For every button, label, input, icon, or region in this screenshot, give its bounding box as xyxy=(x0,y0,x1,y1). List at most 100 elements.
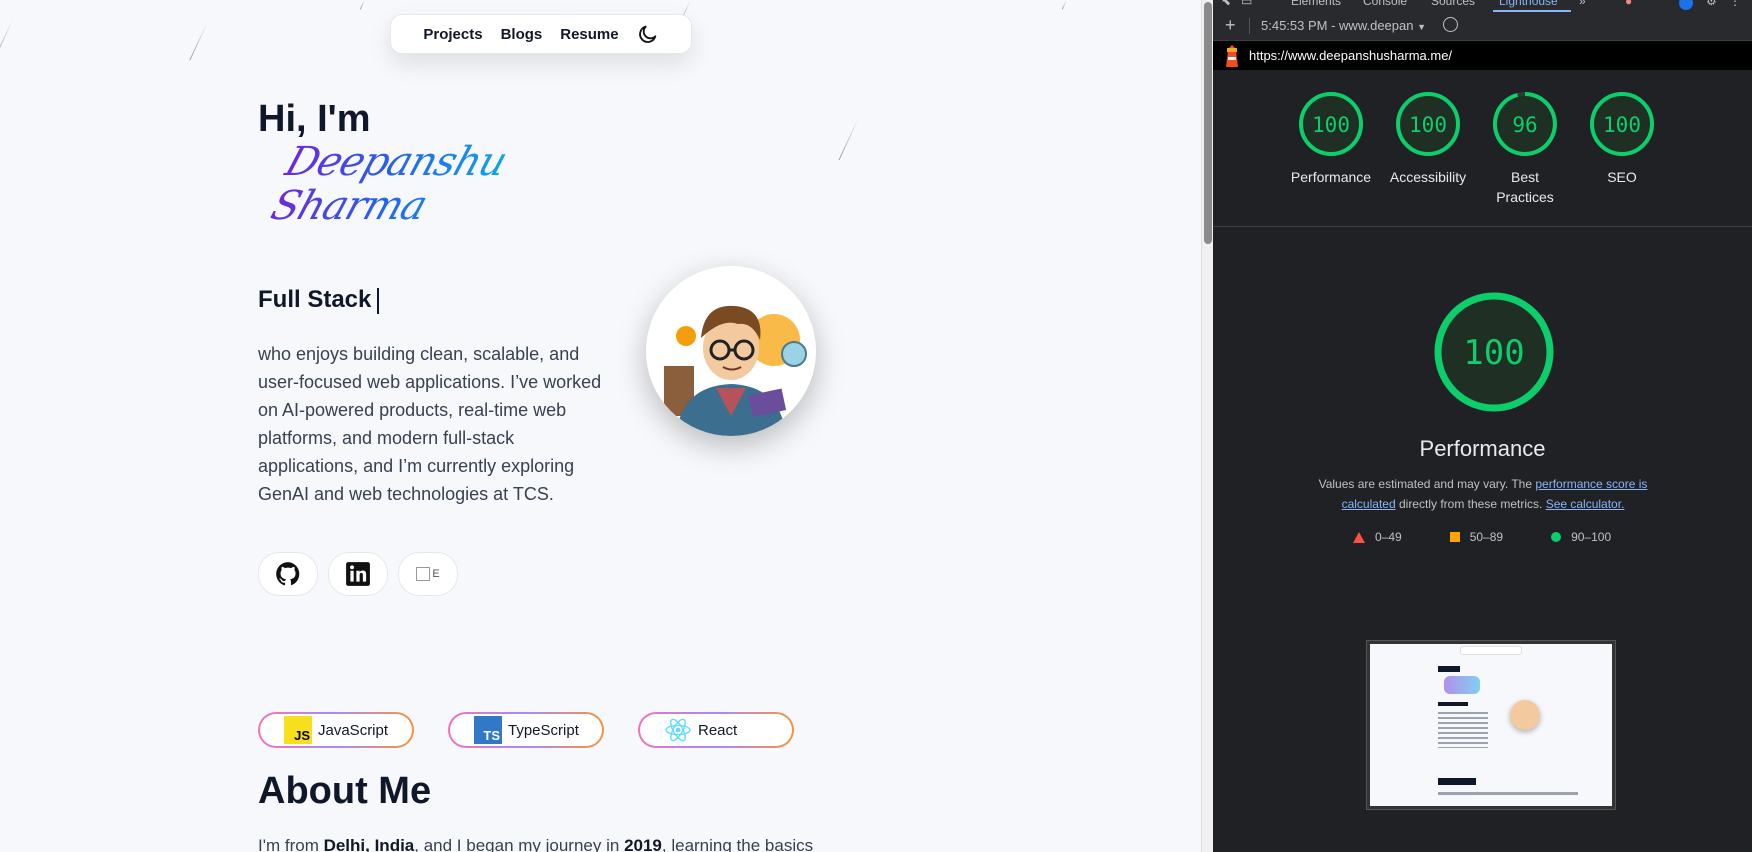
email-link[interactable]: E xyxy=(398,552,458,596)
legend-range: 0–49 xyxy=(1375,530,1402,544)
main-score-gauge: 100 xyxy=(1432,290,1556,419)
gauge-label: SEO xyxy=(1607,169,1637,185)
nav-projects-link[interactable]: Projects xyxy=(423,26,482,43)
gauge-best-practices[interactable]: 96 Best Practices xyxy=(1475,90,1575,207)
score-value: 100 xyxy=(1312,113,1350,137)
audited-url[interactable]: https://www.deepanshusharma.me/ xyxy=(1249,48,1452,63)
score-value: 100 xyxy=(1603,113,1641,137)
legend-range: 90–100 xyxy=(1571,530,1612,544)
gauge-accessibility[interactable]: 100 Accessibility xyxy=(1378,90,1478,187)
typing-cursor xyxy=(377,287,380,314)
score-ring: 100 xyxy=(1590,92,1654,156)
orange-square-icon xyxy=(1449,532,1460,542)
more-tabs-icon[interactable]: » xyxy=(1579,0,1586,8)
tab-elements[interactable]: Elements xyxy=(1291,0,1341,8)
new-report-plus-icon[interactable]: + xyxy=(1225,15,1236,36)
portfolio-page: Projects Blogs Resume Hi, I'm Deepanshu … xyxy=(0,0,1200,852)
report-select[interactable]: 5:45:53 PM - www.deepan ▼ xyxy=(1261,18,1426,33)
thumb-nav xyxy=(1460,646,1522,655)
nav-blogs-link[interactable]: Blogs xyxy=(501,26,543,43)
note-text: Values are estimated and may vary. The xyxy=(1318,477,1536,491)
green-circle-icon xyxy=(1551,532,1562,542)
gauge-performance[interactable]: 100 Performance xyxy=(1281,90,1381,187)
devtools-tab-bar: ⬉ ▭ Elements Console Sources Lighthouse … xyxy=(1213,0,1752,12)
about-text: I'm from xyxy=(258,836,324,852)
gauge-label: Best Practices xyxy=(1496,169,1554,205)
report-time-label: 5:45:53 PM - www.deepan xyxy=(1261,18,1414,33)
legend-range: 50–89 xyxy=(1469,530,1504,544)
about-year: 2019 xyxy=(624,836,662,852)
score-value: 100 xyxy=(1409,113,1447,137)
theme-toggle-moon-icon[interactable] xyxy=(637,23,659,45)
broken-image-icon: E xyxy=(416,567,440,581)
section-divider xyxy=(1213,226,1752,227)
linkedin-link[interactable] xyxy=(328,552,388,596)
thumb-text xyxy=(1438,792,1578,795)
category-gauges: 100 Performance 100 Accessibility 96 Bes… xyxy=(1213,90,1752,210)
score-value: 96 xyxy=(1512,113,1537,137)
typed-role: Full Stack xyxy=(258,286,380,314)
gauge-label: Accessibility xyxy=(1389,169,1467,185)
background-streak xyxy=(838,118,859,161)
thumb-about xyxy=(1438,778,1476,785)
main-score-value: 100 xyxy=(1463,333,1524,373)
lighthouse-toolbar: + 5:45:53 PM - www.deepan ▼ xyxy=(1213,12,1752,41)
legend-fail: 0–49 xyxy=(1353,530,1402,544)
device-toolbar-icon[interactable]: ▭ xyxy=(1241,0,1252,8)
thumb-heading xyxy=(1438,666,1460,672)
thumb-avatar xyxy=(1510,700,1540,730)
github-icon xyxy=(276,562,300,586)
about-text: , learning the basics xyxy=(661,836,814,852)
clear-reports-icon[interactable] xyxy=(1443,17,1458,32)
gauge-seo[interactable]: 100 SEO xyxy=(1572,90,1672,187)
skill-chip-javascript: JS JavaScript xyxy=(258,712,414,748)
background-streak xyxy=(189,22,208,61)
audited-url-bar: https://www.deepanshusharma.me/ xyxy=(1213,41,1752,70)
hero-greeting: Hi, I'm xyxy=(258,98,371,140)
avatar xyxy=(646,266,816,436)
inspect-element-icon[interactable]: ⬉ xyxy=(1221,0,1231,8)
thumb-role xyxy=(1438,702,1468,706)
name-line-last: Sharma xyxy=(265,183,433,229)
typescript-icon: TS xyxy=(474,716,502,744)
score-legend: 0–49 50–89 90–100 xyxy=(1353,530,1611,544)
skill-label: React xyxy=(698,721,738,739)
skill-label: TypeScript xyxy=(508,721,579,739)
toolbar-divider xyxy=(1249,18,1250,34)
background-streak xyxy=(0,20,13,59)
skill-label: JavaScript xyxy=(318,721,389,739)
react-icon xyxy=(665,718,691,742)
legend-average: 50–89 xyxy=(1449,530,1504,544)
note-text: directly from these metrics. xyxy=(1395,497,1546,511)
about-city: Delhi, India xyxy=(323,836,415,852)
scrollbar-thumb[interactable] xyxy=(1204,2,1212,244)
issues-counter[interactable]: ● 13 xyxy=(1625,0,1646,8)
thumb-bio xyxy=(1438,712,1488,748)
top-navigation: Projects Blogs Resume xyxy=(390,14,692,54)
devtools-panel: ⬉ ▭ Elements Console Sources Lighthouse … xyxy=(1213,0,1752,852)
see-calculator-link[interactable]: See calculator. xyxy=(1546,497,1625,511)
score-ring: 96 xyxy=(1492,92,1557,156)
settings-gear-icon[interactable]: ⚙ xyxy=(1706,0,1717,8)
nav-resume-link[interactable]: Resume xyxy=(560,26,618,43)
main-score-label: Performance xyxy=(1419,436,1546,461)
tab-console[interactable]: Console xyxy=(1363,0,1407,8)
thumbnail-content xyxy=(1370,644,1612,806)
name-line-first: Deepanshu xyxy=(279,139,513,185)
lighthouse-logo-icon xyxy=(1226,45,1238,67)
about-text: , and I began my journey in xyxy=(414,836,625,852)
broken-image-alt: E xyxy=(432,568,440,580)
background-streak xyxy=(1061,0,1067,10)
more-options-icon[interactable]: ⋮ xyxy=(1729,0,1741,8)
thumb-signature xyxy=(1444,676,1480,694)
github-link[interactable] xyxy=(258,552,318,596)
issues-count: 13 xyxy=(1632,0,1645,2)
role-text: Full Stack xyxy=(258,286,372,313)
tab-sources[interactable]: Sources xyxy=(1431,0,1475,8)
skill-chip-react: React xyxy=(638,712,794,748)
tab-lighthouse[interactable]: Lighthouse xyxy=(1499,0,1558,8)
profile-icon[interactable] xyxy=(1679,0,1693,10)
final-screenshot-thumbnail[interactable] xyxy=(1366,640,1616,810)
red-triangle-icon xyxy=(1353,531,1365,543)
linkedin-icon xyxy=(346,562,370,586)
